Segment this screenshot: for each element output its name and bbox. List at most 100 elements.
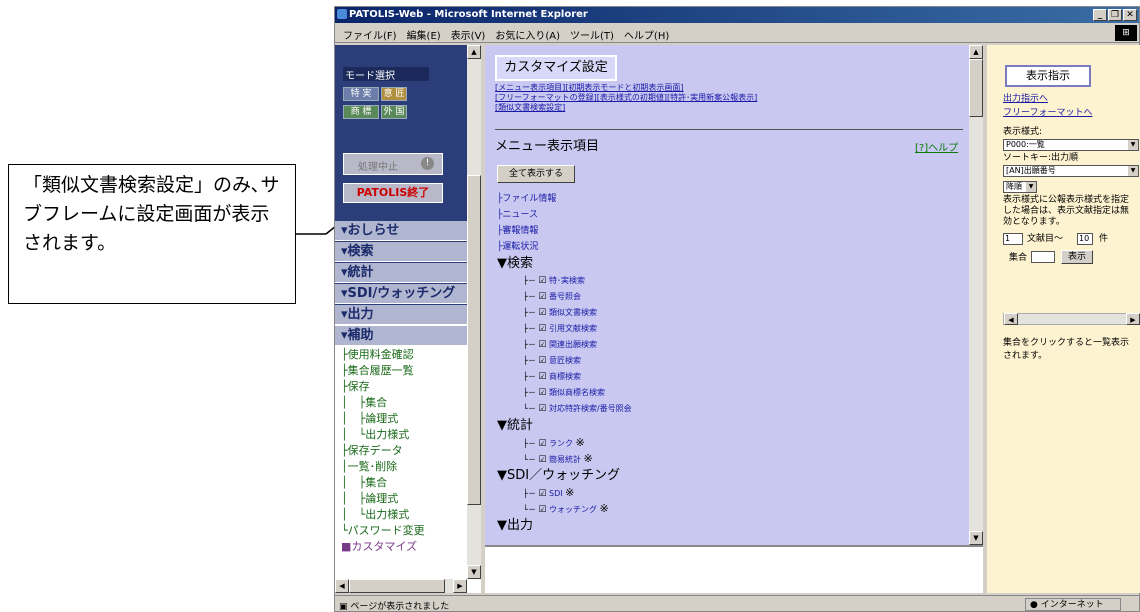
title-bar: PATOLIS-Web - Microsoft Internet Explore… (335, 7, 1139, 23)
mode-button-patent[interactable]: 特 実 (343, 87, 379, 101)
main-frame: カスタマイズ設定 [メニュー表示項目][初期表示モードと初期表示画面] [フリー… (485, 45, 983, 545)
help-link[interactable]: [?]ヘルプ (915, 139, 958, 154)
link-free-format[interactable]: [フリーフォーマットの登録][表示様式の初期値][特許･実用新案公報表示] (495, 93, 757, 102)
sub-item-save-logic[interactable]: │ ├論理式 (341, 411, 465, 427)
tree-head-search: ▼検索 (497, 256, 533, 271)
link-menu-items[interactable]: [メニュー表示項目][初期表示モードと初期表示画面] (495, 83, 683, 92)
mode-button-foreign[interactable]: 外 国 (381, 105, 407, 119)
status-bar: ▣ ページが表示されました ● インターネット (335, 595, 1140, 612)
nav-section-search[interactable]: ▾検索 (335, 242, 467, 262)
tree-head-sdi: ▼SDI／ウォッチング (497, 468, 621, 483)
tree-item[interactable]: ├－ ☑ 特･実検索 (497, 273, 957, 289)
nav-section-output[interactable]: ▾出力 (335, 305, 467, 325)
tree-item-news[interactable]: ├ニュース (497, 207, 957, 223)
left-frame: モード選択 特 実 意 匠 商 標 外 国 処理中止 ! PATOLIS終了 ▾… (335, 45, 481, 593)
scroll-right-icon[interactable]: ▶ (1126, 313, 1140, 325)
tree-item-review-info[interactable]: ├審報情報 (497, 223, 957, 239)
sub-item-save-set[interactable]: │ ├集合 (341, 395, 465, 411)
scroll-thumb[interactable] (467, 175, 481, 505)
link-similar-doc-setting[interactable]: [類似文書検索設定] (495, 103, 565, 112)
minimize-button[interactable]: _ (1093, 9, 1107, 21)
tree-item[interactable]: └－ ☑ ウォッチング ※ (497, 501, 957, 517)
sub-item-save[interactable]: ├保存 (341, 379, 465, 395)
menu-favorites[interactable]: お気に入り(A) (495, 27, 560, 42)
display-instruction-button[interactable]: 表示指示 (1005, 65, 1091, 87)
show-all-button[interactable]: 全て表示する (497, 165, 575, 183)
menu-view[interactable]: 表示(V) (451, 27, 486, 42)
scroll-down-icon[interactable]: ▼ (969, 531, 983, 545)
tree-item[interactable]: └－ ☑ 対応特許検索/番号照会 (497, 401, 957, 417)
tree-item[interactable]: ├－ ☑ 類似商標名検索 (497, 385, 957, 401)
show-button[interactable]: 表示 (1061, 250, 1093, 264)
free-format-link[interactable]: フリーフォーマットへ (1003, 105, 1092, 118)
nav-section-sdi[interactable]: ▾SDI/ウォッチング (335, 284, 467, 304)
menu-file[interactable]: ファイル(F) (343, 27, 397, 42)
menu-edit[interactable]: 編集(E) (407, 27, 441, 42)
tree-item[interactable]: ├－ ☑ 番号照会 (497, 289, 957, 305)
right-frame: 表示指示 出力指示へ フリーフォーマットへ 表示様式: P000:一覧 ▼ ソート… (987, 45, 1140, 593)
from-label: 文献目～ (1027, 234, 1064, 244)
nav-section-aux[interactable]: ▾補助 (335, 326, 467, 346)
nav-section-stats[interactable]: ▾統計 (335, 263, 467, 283)
stop-label: 処理中止 (358, 162, 398, 173)
mode-label: モード選択 (343, 67, 429, 82)
output-instruction-link[interactable]: 出力指示へ (1003, 91, 1048, 104)
sub-item-save-style[interactable]: │ └出力様式 (341, 427, 465, 443)
menu-tools[interactable]: ツール(T) (570, 27, 614, 42)
sub-item-customize[interactable]: ■カスタマイズ (341, 539, 465, 555)
sub-item-saved-data[interactable]: ├保存データ (341, 443, 465, 459)
tree-item-file-info[interactable]: ├ファイル情報 (497, 191, 957, 207)
order-select[interactable]: 降順 ▼ (1003, 181, 1037, 193)
tree-head-output: ▼出力 (497, 518, 533, 533)
left-vertical-scrollbar[interactable]: ▲ ▼ (467, 45, 481, 579)
sub-item-password[interactable]: └パスワード変更 (341, 523, 465, 539)
internet-zone: ● インターネット (1025, 598, 1121, 611)
scroll-up-icon[interactable]: ▲ (467, 45, 481, 59)
mode-button-trademark[interactable]: 商 標 (343, 105, 379, 119)
set-input[interactable] (1031, 251, 1055, 263)
tree-item[interactable]: ├－ ☑ 引用文献検索 (497, 321, 957, 337)
scroll-down-icon[interactable]: ▼ (467, 565, 481, 579)
main-vertical-scrollbar[interactable]: ▲ ▼ (969, 45, 983, 545)
browser-window: PATOLIS-Web - Microsoft Internet Explore… (334, 6, 1140, 612)
chevron-down-icon: ▼ (1026, 182, 1036, 192)
restore-button[interactable]: ❐ (1108, 9, 1122, 21)
tree-item[interactable]: ├－ ☑ ランク ※ (497, 435, 957, 451)
right-horizontal-scrollbar[interactable]: ◀ ▶ (1003, 313, 1140, 325)
sub-item-list-delete[interactable]: │一覧･削除 (341, 459, 465, 475)
tree-item[interactable]: ├－ ☑ 関連出願検索 (497, 337, 957, 353)
scroll-thumb[interactable] (969, 59, 983, 117)
mode-button-design[interactable]: 意 匠 (381, 87, 407, 101)
sub-item-history[interactable]: ├集合履歴一覧 (341, 363, 465, 379)
stop-processing-button[interactable]: 処理中止 ! (343, 153, 443, 175)
to-input[interactable]: 10 (1077, 233, 1093, 245)
hscroll-thumb[interactable] (349, 579, 445, 593)
chevron-down-icon: ▼ (1128, 166, 1138, 176)
nav-section-news[interactable]: ▾おしらせ (335, 221, 467, 241)
page-icon: ▣ (339, 602, 351, 612)
sub-frame (485, 545, 983, 593)
tree-item[interactable]: ├－ ☑ SDI ※ (497, 485, 957, 501)
close-button[interactable]: ✕ (1123, 9, 1137, 21)
tree-item[interactable]: └－ ☑ 簡易統計 ※ (497, 451, 957, 467)
sub-item-data-style[interactable]: │ └出力様式 (341, 507, 465, 523)
customize-links: [メニュー表示項目][初期表示モードと初期表示画面] [フリーフォーマットの登録… (495, 83, 757, 113)
tree-item[interactable]: ├－ ☑ 類似文書検索 (497, 305, 957, 321)
scroll-left-icon[interactable]: ◀ (335, 579, 349, 593)
left-horizontal-scrollbar[interactable]: ◀ ▶ (335, 579, 467, 593)
from-input[interactable]: 1 (1003, 233, 1023, 245)
tree-item[interactable]: ├－ ☑ 商標検索 (497, 369, 957, 385)
menu-help[interactable]: ヘルプ(H) (624, 27, 669, 42)
sub-item-data-logic[interactable]: │ ├論理式 (341, 491, 465, 507)
tree-item[interactable]: ├－ ☑ 意匠検索 (497, 353, 957, 369)
style-select[interactable]: P000:一覧 ▼ (1003, 139, 1139, 151)
sub-item-data-set[interactable]: │ ├集合 (341, 475, 465, 491)
scroll-right-icon[interactable]: ▶ (453, 579, 467, 593)
sub-item-fee[interactable]: ├使用料金確認 (341, 347, 465, 363)
scroll-left-icon[interactable]: ◀ (1004, 313, 1018, 325)
scroll-up-icon[interactable]: ▲ (969, 45, 983, 59)
client-area: モード選択 特 実 意 匠 商 標 外 国 処理中止 ! PATOLIS終了 ▾… (335, 45, 1140, 593)
sort-select[interactable]: [AN]出願番号 ▼ (1003, 165, 1139, 177)
tree-item-status[interactable]: ├運転状況 (497, 239, 957, 255)
patolis-exit-button[interactable]: PATOLIS終了 (343, 183, 443, 203)
